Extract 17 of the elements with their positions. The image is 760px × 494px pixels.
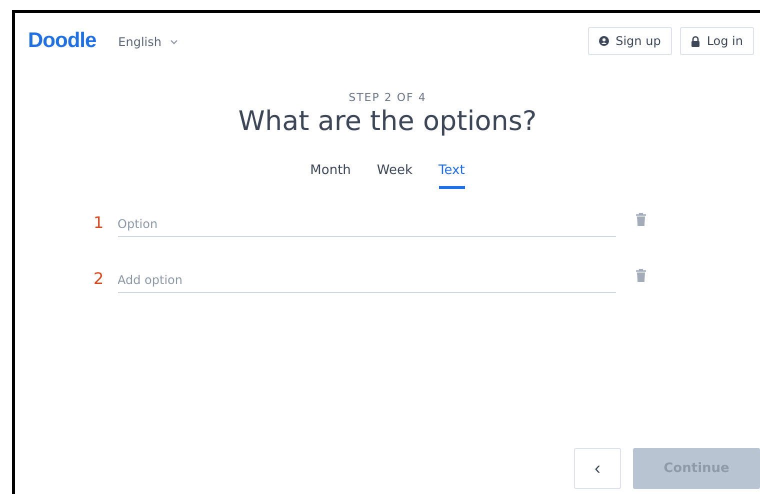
doodle-logo[interactable]: Doodle [28, 29, 96, 53]
user-icon [598, 36, 609, 46]
option-number: 1 [94, 212, 105, 232]
lock-icon [690, 36, 700, 46]
step-indicator: STEP 2 OF 4 [348, 91, 426, 104]
chevron-down-icon [170, 39, 178, 45]
log-in-button[interactable]: Log in [680, 27, 754, 55]
sign-up-button[interactable]: Sign up [588, 27, 672, 55]
trash-icon[interactable] [636, 269, 646, 282]
back-button[interactable]: ‹ [574, 448, 621, 489]
page-title: What are the options? [238, 106, 537, 137]
tab[interactable]: Week [376, 163, 413, 189]
option-number: 2 [94, 268, 105, 288]
trash-icon[interactable] [636, 213, 646, 226]
language-dropdown[interactable]: English [118, 35, 178, 49]
tab[interactable]: Text [438, 163, 465, 189]
tab[interactable]: Month [310, 163, 351, 189]
